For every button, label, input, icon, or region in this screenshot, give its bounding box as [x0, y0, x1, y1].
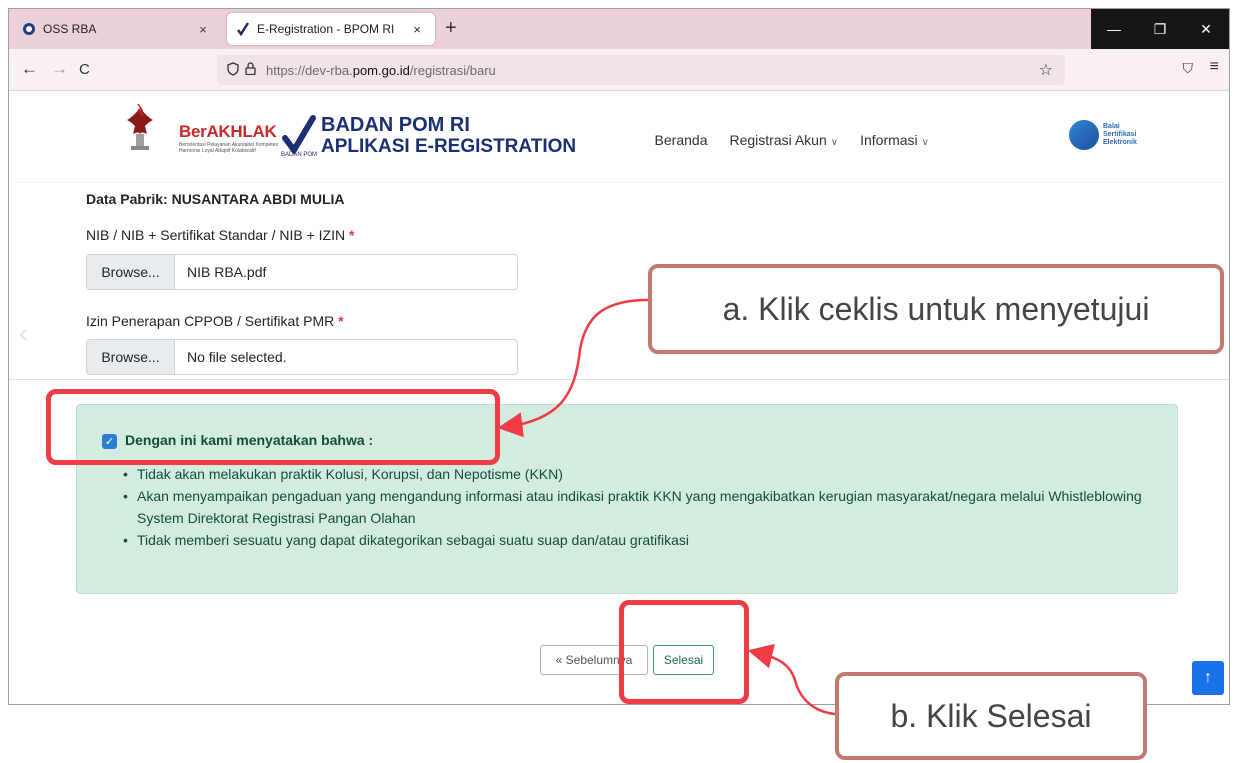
site-header: BerAKHLAK Berorientasi Pelayanan Akuntab…	[9, 92, 1229, 182]
pocket-icon[interactable]: ⛉	[1183, 60, 1194, 77]
close-tab-icon[interactable]: ×	[407, 22, 427, 37]
scroll-to-top-button[interactable]: ↑	[1192, 661, 1224, 695]
arrow-up-icon: ↑	[1204, 669, 1212, 686]
window-controls: — ❐ ✕	[1091, 9, 1229, 49]
tab-oss-rba[interactable]: OSS RBA ×	[13, 13, 221, 45]
berakhlak-tagline: Berorientasi Pelayanan Akuntabel Kompete…	[179, 142, 279, 154]
declaration-list: Tidak akan melakukan praktik Kolusi, Kor…	[121, 463, 1161, 551]
url-text: https://dev-rba.pom.go.id/registrasi/bar…	[266, 62, 496, 78]
berakhlak-brand: BerAKHLAK	[179, 122, 277, 141]
divider	[9, 379, 1229, 380]
bsre-logo: Balai Sertifikasi Elektronik	[1069, 120, 1137, 150]
lock-icon	[245, 62, 256, 78]
close-tab-icon[interactable]: ×	[193, 22, 213, 37]
list-item: Tidak akan melakukan praktik Kolusi, Kor…	[121, 463, 1161, 485]
nav-registrasi-akun[interactable]: Registrasi Akun ∨	[729, 132, 838, 148]
selected-file-name: No file selected.	[187, 349, 287, 365]
garuda-emblem-icon	[127, 104, 153, 150]
tab-bar: OSS RBA × E-Registration - BPOM RI × + —…	[9, 9, 1229, 49]
list-item: Akan menyampaikan pengaduan yang mengand…	[121, 485, 1161, 529]
hamburger-menu-icon[interactable]: ≡	[1210, 58, 1219, 76]
url-bar[interactable]: https://dev-rba.pom.go.id/registrasi/bar…	[217, 55, 1065, 85]
browser-window: OSS RBA × E-Registration - BPOM RI × + —…	[8, 8, 1230, 705]
tab-title: OSS RBA	[43, 22, 97, 36]
browse-button[interactable]: Browse...	[87, 340, 175, 374]
berakhlak-logo: BerAKHLAK Berorientasi Pelayanan Akuntab…	[179, 122, 279, 154]
callout-b: b. Klik Selesai	[835, 672, 1147, 760]
nav-beranda[interactable]: Beranda	[655, 132, 708, 148]
bpom-check-icon	[282, 115, 316, 154]
minimize-button[interactable]: —	[1091, 9, 1137, 49]
restore-button[interactable]: ❐	[1137, 9, 1183, 49]
list-item: Tidak memberi sesuatu yang dapat dikateg…	[121, 529, 1161, 551]
finish-highlight	[619, 600, 749, 704]
cppob-field-label: Izin Penerapan CPPOB / Sertifikat PMR *	[86, 313, 344, 329]
factory-title: Data Pabrik: NUSANTARA ABDI MULIA	[86, 191, 345, 207]
forward-button[interactable]: →	[51, 59, 68, 79]
browser-toolbar: ← → C https://dev-rba.pom.go.id/registra…	[9, 49, 1229, 91]
bpom-check-favicon-icon	[235, 21, 251, 37]
shield-icon	[227, 61, 239, 79]
chevron-down-icon: ∨	[921, 137, 929, 148]
bpom-app-name: APLIKASI E-REGISTRATION	[321, 136, 577, 157]
tab-e-registration[interactable]: E-Registration - BPOM RI ×	[227, 13, 435, 45]
reload-button[interactable]: C	[79, 61, 90, 78]
close-window-button[interactable]: ✕	[1183, 9, 1229, 49]
new-tab-button[interactable]: +	[445, 17, 457, 39]
back-button[interactable]: ←	[21, 59, 38, 79]
nib-field-label: NIB / NIB + Sertifikat Standar / NIB + I…	[86, 227, 355, 243]
bpom-logo[interactable]: BADAN POM RI APLIKASI E-REGISTRATION	[281, 114, 576, 158]
bookmark-star-icon[interactable]: ☆	[1039, 60, 1053, 80]
carousel-prev-icon[interactable]: ‹	[19, 318, 28, 349]
nib-file-input[interactable]: Browse... NIB RBA.pdf	[86, 254, 518, 290]
bpom-title: BADAN POM RI	[321, 114, 470, 136]
selected-file-name: NIB RBA.pdf	[187, 264, 267, 280]
bpom-small-label: BADAN POM	[281, 152, 318, 158]
checkbox-highlight	[46, 389, 500, 465]
bsre-emblem-icon	[1069, 120, 1099, 150]
nav-informasi[interactable]: Informasi ∨	[860, 132, 929, 148]
callout-a: a. Klik ceklis untuk menyetujui	[648, 264, 1224, 354]
cppob-file-input[interactable]: Browse... No file selected.	[86, 339, 518, 375]
site-nav: Beranda Registrasi Akun ∨ Informasi ∨	[655, 132, 929, 148]
browse-button[interactable]: Browse...	[87, 255, 175, 289]
tab-title: E-Registration - BPOM RI	[257, 22, 395, 36]
chevron-down-icon: ∨	[830, 137, 839, 148]
oss-favicon-icon	[21, 21, 37, 37]
